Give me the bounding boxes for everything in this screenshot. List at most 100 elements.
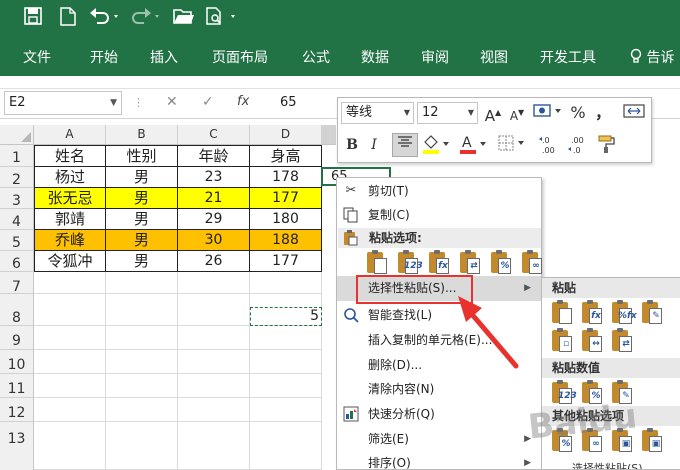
table-header-cell[interactable]: 年龄 (178, 145, 250, 167)
tab-file[interactable]: 文件 (23, 47, 51, 67)
tab-home[interactable]: 开始 (90, 47, 118, 67)
table-cell[interactable]: 180 (250, 209, 322, 230)
formula-input[interactable]: 65 (280, 95, 297, 110)
table-header-cell[interactable]: 姓名 (34, 145, 106, 167)
menu-item-copy[interactable]: 复制(C) (337, 204, 541, 227)
paste-formulas-icon[interactable]: fx (580, 300, 604, 326)
table-cell[interactable]: 男 (106, 251, 178, 272)
cancel-edit-icon[interactable]: ✕ (166, 94, 178, 110)
empty-cell[interactable] (178, 422, 250, 470)
paste-link-icon[interactable]: ∞ (520, 250, 544, 276)
row-header-6[interactable]: 6 (0, 251, 34, 272)
decrease-font-size-button[interactable]: A▼ (506, 102, 528, 124)
paste-values-icon[interactable]: 123 (550, 380, 577, 406)
number-format-button[interactable] (531, 102, 565, 124)
increase-font-size-button[interactable]: A▲ (482, 102, 504, 125)
format-painter-button[interactable] (595, 134, 619, 156)
copied-cell-d8[interactable]: 5 (250, 307, 322, 326)
row-header-7[interactable]: 7 (0, 272, 34, 295)
paste-picture-icon[interactable]: ▣ (610, 428, 634, 454)
paste-formulas-number-format-icon[interactable]: %fx (610, 300, 637, 326)
empty-cell[interactable] (178, 272, 250, 294)
empty-cell[interactable] (106, 398, 178, 422)
tell-me-box[interactable]: 告诉 (630, 47, 674, 67)
paste-transpose-icon[interactable]: ⇄ (458, 250, 482, 276)
empty-cell[interactable] (106, 294, 178, 326)
empty-cell[interactable] (34, 350, 106, 374)
table-header-cell[interactable]: 性别 (106, 145, 178, 167)
row-header-4[interactable]: 4 (0, 209, 34, 230)
empty-cell[interactable] (34, 326, 106, 350)
column-header-d[interactable]: D (250, 125, 322, 145)
paste-formatting-icon[interactable]: % (550, 428, 574, 454)
menu-item-quick-analysis[interactable]: 快速分析(Q) (337, 403, 541, 426)
tab-page-layout[interactable]: 页面布局 (212, 47, 268, 67)
table-cell[interactable]: 29 (178, 209, 250, 230)
table-header-cell[interactable]: 身高 (250, 145, 322, 167)
no-borders-icon[interactable]: ▫ (550, 328, 574, 354)
row-header-11[interactable]: 11 (0, 374, 34, 398)
confirm-edit-icon[interactable]: ✓ (202, 94, 214, 110)
empty-cell[interactable] (250, 374, 322, 398)
empty-cell[interactable] (34, 294, 106, 326)
empty-cell[interactable] (34, 272, 106, 294)
menu-item-filter[interactable]: 筛选(E) ▶ (337, 428, 541, 451)
chevron-down-icon[interactable]: ▼ (110, 92, 117, 114)
increase-decimal-button[interactable]: .0.00 (537, 134, 563, 156)
tab-insert[interactable]: 插入 (150, 47, 178, 67)
table-cell[interactable]: 177 (250, 251, 322, 272)
undo-icon[interactable] (88, 7, 122, 29)
formula-bar-grip-icon[interactable]: ⋮ (133, 96, 145, 109)
menu-item-clear-contents[interactable]: 清除内容(N) (337, 378, 541, 401)
paste-link-icon[interactable]: ∞ (580, 428, 604, 454)
table-cell[interactable]: 23 (178, 167, 250, 188)
font-color-button[interactable]: A (457, 134, 491, 156)
column-header-a[interactable]: A (34, 125, 106, 145)
borders-button[interactable] (496, 134, 530, 156)
percent-style-button[interactable]: % (567, 102, 589, 124)
empty-cell[interactable] (250, 398, 322, 422)
empty-cell[interactable] (34, 374, 106, 398)
select-all-corner[interactable] (0, 125, 34, 145)
italic-button[interactable]: I (365, 134, 383, 156)
row-header-2[interactable]: 2 (0, 167, 34, 188)
row-header-1[interactable]: 1 (0, 145, 34, 167)
row-header-3[interactable]: 3 (0, 188, 34, 209)
table-cell[interactable]: 30 (178, 230, 250, 251)
fill-color-button[interactable] (420, 134, 454, 156)
table-cell[interactable]: 177 (250, 188, 322, 209)
table-cell[interactable]: 男 (106, 188, 178, 209)
column-header-e[interactable] (322, 125, 336, 145)
row-header-8[interactable]: 8 (0, 294, 34, 326)
empty-cell[interactable] (250, 350, 322, 374)
table-cell[interactable]: 178 (250, 167, 322, 188)
table-cell[interactable]: 男 (106, 209, 178, 230)
table-cell[interactable]: 21 (178, 188, 250, 209)
tab-developer[interactable]: 开发工具 (540, 47, 596, 67)
table-cell[interactable]: 令狐冲 (34, 251, 106, 272)
font-name-select[interactable]: 等线 ▼ (341, 102, 414, 124)
table-cell[interactable]: 张无忌 (34, 188, 106, 209)
bold-button[interactable]: B (342, 134, 362, 156)
redo-icon[interactable] (129, 7, 163, 29)
table-cell[interactable]: 杨过 (34, 167, 106, 188)
empty-cell[interactable] (178, 374, 250, 398)
empty-cell[interactable] (106, 326, 178, 350)
insert-function-icon[interactable]: fx (237, 94, 249, 109)
keep-source-formatting-icon[interactable]: ✎ (640, 300, 664, 326)
empty-cell[interactable] (178, 398, 250, 422)
paste-transpose-icon[interactable]: ⇄ (610, 328, 634, 354)
name-box[interactable]: E2 ▼ (4, 91, 122, 115)
row-header-5[interactable]: 5 (0, 230, 34, 251)
empty-cell[interactable] (106, 350, 178, 374)
tab-view[interactable]: 视图 (480, 47, 508, 67)
menu-item-sort[interactable]: 排序(O) ▶ (337, 452, 541, 470)
empty-cell[interactable] (250, 422, 322, 470)
values-number-format-icon[interactable]: % (580, 380, 604, 406)
font-size-select[interactable]: 12 ▼ (417, 102, 478, 124)
empty-cell[interactable] (178, 294, 250, 326)
row-header-9[interactable]: 9 (0, 326, 34, 350)
keep-column-widths-icon[interactable]: ↔ (580, 328, 604, 354)
paste-icon[interactable] (550, 300, 574, 326)
align-center-button[interactable] (392, 133, 418, 157)
